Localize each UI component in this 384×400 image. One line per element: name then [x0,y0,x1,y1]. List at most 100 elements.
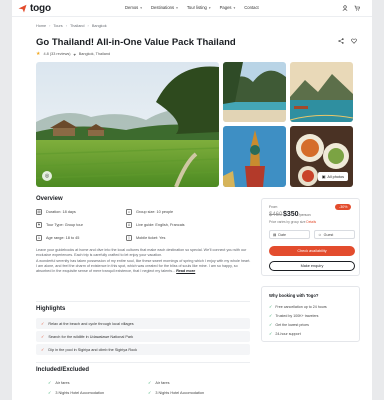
tour-detail-page: togo Demos ▾ Destinations ▾ Tour listing ▾ … [12,0,372,400]
price-unit: /person [298,213,311,217]
overview-description: Leave your guidebooks at home and dive i… [36,248,251,274]
calendar-icon: ▤ [273,232,277,237]
logo-icon [18,4,27,13]
check-availability-button[interactable]: Check availability [269,246,355,256]
fact-text: Age range: 18 to 45 [46,236,80,240]
description-paragraph-1: Leave your guidebooks at home and dive i… [36,248,247,258]
heart-icon[interactable] [351,38,357,46]
fact-text: Group size: 10 people [136,210,174,214]
photo-lake-mountains[interactable] [290,62,353,122]
highlight-item: ✓ Dip in the pool in Sigiriya and climb t… [36,344,250,355]
breadcrumb-home[interactable]: Home [36,24,46,28]
highlights-title: Highlights [36,306,66,312]
why-item: ✓ Get the lowest prices [269,322,309,327]
chevron-down-icon: ▾ [208,5,211,10]
highlight-item: ✓ Search for the wildlife in Udawalawe Na… [36,331,250,342]
check-icon: ✓ [41,321,45,326]
check-icon: ✓ [148,390,152,395]
users-icon: ☺ [318,232,322,237]
nav-contact[interactable]: Contact [244,5,258,10]
all-photos-label: All photos [327,174,344,179]
share-icon[interactable] [338,38,344,46]
booking-card: From $460 $350/person -30% Price varies … [261,198,360,276]
user-icon[interactable] [342,5,348,13]
why-item: ✓ Free cancellation up to 24 hours [269,304,327,309]
brand-logo[interactable]: togo [18,3,51,14]
check-icon: ✓ [269,322,273,327]
description-text: A wonderful serenity has taken possessio… [36,258,251,274]
price-value: $350 [283,211,299,218]
guest-field[interactable]: ☺ Guest [314,230,355,239]
image-icon: ▣ [321,175,326,179]
nav-label: Pages [219,5,232,10]
photo-beach-karst[interactable] [223,62,286,122]
ticket-icon: ▯ [126,235,132,241]
price-note: Price varies by group size Details [269,220,316,224]
price-details-link[interactable]: Details [306,220,316,224]
included-item: ✓ 3 Nights Hotel Accomodation [148,390,204,395]
camera-icon[interactable]: ◎ [42,171,52,181]
breadcrumb-separator: › [65,24,67,28]
fact-text: Live guide: English, Francais [136,223,185,227]
tour-icon: ⚑ [36,222,42,228]
read-more-link[interactable]: Read more [176,269,195,273]
check-icon: ✓ [48,390,52,395]
main-photo-rice-field[interactable]: ◎ [36,62,219,187]
breadcrumb-tours[interactable]: Tours [53,24,62,28]
old-price: $460 [269,212,283,218]
location-pin-icon: ⌖ [73,51,76,57]
fact-age-range: ♙ Age range: 18 to 45 [36,235,79,241]
nav-pages[interactable]: Pages ▾ [220,5,236,10]
included-text: 3 Nights Hotel Accomodation [55,390,105,395]
included-text: Air fares [155,380,170,385]
breadcrumb-thailand[interactable]: Thailand [70,24,85,28]
why-text: Trusted by 100K+ travelers [275,313,319,318]
fact-mobile-ticket: ▯ Mobile ticket: Yes [126,235,165,241]
check-icon: ✓ [48,380,52,385]
highlight-text: Relax at the beach and cycle through loc… [48,321,134,326]
breadcrumb-bangkok: Bangkok [91,24,107,28]
fact-text: Duration: 18 days [46,210,76,214]
highlight-item: ✓ Relax at the beach and cycle through lo… [36,318,250,329]
nav-destinations[interactable]: Destinations ▾ [151,5,178,10]
fact-duration: ▤ Duration: 18 days [36,209,76,215]
chevron-down-icon: ▾ [233,5,236,10]
language-icon: A [126,222,132,228]
why-title: Why booking with Togo? [269,293,319,298]
included-title: Included/Excluded [36,367,90,373]
divider [36,301,250,302]
included-item: ✓ Air fares [148,380,170,385]
all-photos-button[interactable]: ▣ All photos [317,172,348,181]
discount-badge: -30% [335,204,352,210]
make-enquiry-button[interactable]: Make enquiry [269,261,355,271]
included-text: Air fares [55,380,70,385]
top-header: togo Demos ▾ Destinations ▾ Tour listing ▾ … [12,0,372,17]
chevron-down-icon: ▾ [176,5,178,10]
nav-tour-listing[interactable]: Tour listing ▾ [187,5,211,10]
fact-tour-type: ⚑ Tour Type: Group tour [36,222,83,228]
photo-temple-statue[interactable] [223,126,286,187]
why-text: Get the lowest prices [275,322,309,327]
date-field[interactable]: ▤ Date [269,230,310,239]
brand-name: togo [30,3,51,14]
cart-icon[interactable] [354,5,360,13]
check-icon: ✓ [269,304,273,309]
included-item: ✓ 3 Nights Hotel Accomodation [48,390,104,395]
fact-group-size: ☺ Group size: 10 people [126,209,173,215]
why-item: ✓ Trusted by 100K+ travelers [269,313,318,318]
main-nav: Demos ▾ Destinations ▾ Tour listing ▾ Pages… [125,5,268,10]
breadcrumb-separator: › [49,24,51,28]
check-icon: ✓ [41,334,45,339]
nav-label: Tour listing [186,5,207,10]
photo-thai-food[interactable]: ▣ All photos [290,126,353,187]
highlight-text: Dip in the pool in Sigiriya and climb th… [48,347,137,352]
fact-text: Mobile ticket: Yes [136,236,166,240]
why-booking-card: Why booking with Togo? ✓ Free cancellatio… [261,286,360,342]
nav-demos[interactable]: Demos ▾ [125,5,142,10]
rating-text[interactable]: 4.8 (33 reviews) [43,52,70,56]
users-icon: ☺ [126,209,132,215]
photo-gallery: ◎ ▣ All photos [36,62,360,187]
new-price: $350/person [283,211,311,218]
breadcrumb: Home › Tours › Thailand › Bangkok [36,24,107,28]
tour-meta: ★ 4.8 (33 reviews) ⌖ Bangkok, Thailand [36,51,110,57]
